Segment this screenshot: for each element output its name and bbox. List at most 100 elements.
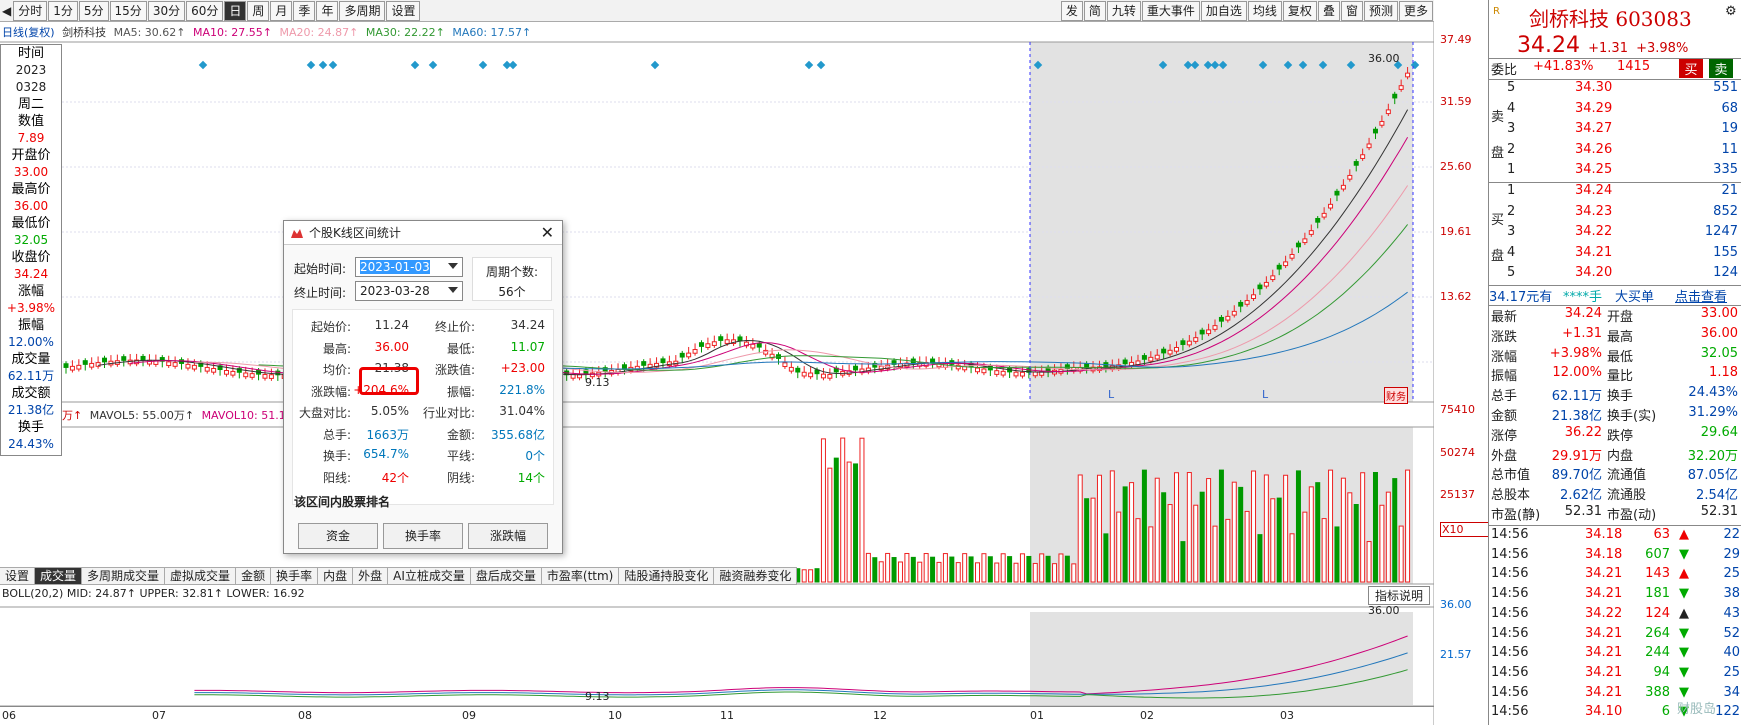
buy-price: 34.21 <box>1575 244 1613 260</box>
candle-body <box>1353 161 1359 166</box>
period-button-12[interactable]: 设置 <box>386 0 421 21</box>
gear-icon[interactable]: ⚙ <box>1725 4 1737 19</box>
indicator-tab-2[interactable]: 多周期成交量 <box>82 568 166 584</box>
period-button-5[interactable]: 60分 <box>186 0 224 21</box>
volume-bar <box>1302 511 1308 583</box>
tick-row-0: 14:56 34.18 63 ▲ 22 <box>1489 527 1741 547</box>
buy-button[interactable]: 买 <box>1679 59 1703 78</box>
tool-button-0[interactable]: 发 <box>1060 0 1083 21</box>
period-button-4[interactable]: 30分 <box>147 0 186 21</box>
up-arrow-icon: ▲ <box>1679 605 1689 621</box>
indicator-tab-4[interactable]: 金额 <box>236 568 272 584</box>
buy-row-4[interactable]: 5 34.20 124 <box>1489 265 1741 285</box>
sell-row-0[interactable]: 5 34.30 551 <box>1489 80 1741 100</box>
stat-label-5: 总手: <box>322 427 351 442</box>
tool-button-10[interactable]: 更多 <box>1398 0 1433 21</box>
quote-label: 涨停 <box>1491 428 1518 444</box>
volume-bar <box>1244 510 1250 583</box>
vol-tick-2: 25137 <box>1440 488 1475 501</box>
period-button-0[interactable]: 分时 <box>13 0 48 21</box>
period-button-2[interactable]: 5分 <box>78 0 109 21</box>
dialog-close-icon[interactable]: ✕ <box>541 223 554 242</box>
indicator-tab-3[interactable]: 虚拟成交量 <box>165 568 237 584</box>
indicator-tab-10[interactable]: 市盈率(ttm) <box>542 568 620 584</box>
tool-button-6[interactable]: 复权 <box>1282 0 1317 21</box>
period-button-3[interactable]: 15分 <box>109 0 147 21</box>
stat-label-0: 起始价: <box>310 320 351 334</box>
sell-row-4[interactable]: 1 34.25 335 <box>1489 162 1741 182</box>
info-value-3: 7.89 <box>17 131 45 145</box>
rank-turnover-button[interactable]: 换手率 <box>383 523 463 549</box>
tool-button-2[interactable]: 九转 <box>1106 0 1141 21</box>
big-order-row[interactable]: 34.17元有 ****手 大买单 点击查看 <box>1489 286 1741 306</box>
sell-price: 34.25 <box>1575 162 1613 177</box>
indicator-tab-9[interactable]: 盘后成交量 <box>471 568 542 584</box>
quote-label2: 换手 <box>1607 389 1634 405</box>
tool-button-7[interactable]: 叠 <box>1317 0 1340 21</box>
tick-price: 34.10 <box>1585 704 1623 720</box>
volume-bar <box>1334 526 1340 583</box>
date-tick-2: 08 <box>298 709 312 722</box>
candle-body <box>1263 281 1269 287</box>
period-button-1[interactable]: 1分 <box>48 0 78 21</box>
candle-body <box>95 362 101 367</box>
indicator-tab-7[interactable]: 外盘 <box>353 568 389 584</box>
period-button-7[interactable]: 周 <box>247 0 270 21</box>
buy-row-0[interactable]: 1 34.24 21 <box>1489 183 1741 203</box>
info-label-7: 收盘价 <box>11 250 51 265</box>
sell-row-2[interactable]: 3 34.27 19 <box>1489 121 1741 141</box>
quote-row-2: 涨幅 +3.98% 最低 32.05 <box>1489 346 1741 366</box>
kline-chart[interactable] <box>0 22 1434 725</box>
big-order-link[interactable]: 点击查看 <box>1675 286 1727 305</box>
volume-bar <box>1218 469 1224 583</box>
end-time-select[interactable]: 2023-03-28 <box>355 281 463 301</box>
tick-price: 34.21 <box>1585 664 1623 680</box>
period-button-11[interactable]: 多周期 <box>339 0 386 21</box>
rank-title: 该区间内股票排名 <box>294 495 391 509</box>
buy-row-2[interactable]: 3 34.22 1247 <box>1489 224 1741 244</box>
tool-button-1[interactable]: 简 <box>1083 0 1106 21</box>
indicator-tab-6[interactable]: 内盘 <box>318 568 354 584</box>
sell-level: 1 <box>1507 162 1516 177</box>
indicator-tab-8[interactable]: AI立桩成交量 <box>388 568 471 584</box>
rank-fund-button[interactable]: 资金 <box>298 523 378 549</box>
indicator-help-button[interactable]: 指标说明 <box>1368 586 1431 605</box>
price-tick-2: 25.60 <box>1440 160 1472 173</box>
sell-row-1[interactable]: 4 34.29 68 <box>1489 101 1741 121</box>
indicator-tab-11[interactable]: 陆股通持股变化 <box>619 568 715 584</box>
candle-body <box>1334 190 1340 196</box>
tool-button-9[interactable]: 预测 <box>1363 0 1398 21</box>
buy-row-1[interactable]: 2 34.23 852 <box>1489 204 1741 224</box>
buy-level: 2 <box>1507 203 1516 219</box>
tool-button-5[interactable]: 均线 <box>1247 0 1282 21</box>
period-button-8[interactable]: 月 <box>270 0 293 21</box>
indicator-tab-0[interactable]: 设置 <box>0 568 36 584</box>
signal-diamond-icon <box>428 60 438 70</box>
indicator-tab-5[interactable]: 换手率 <box>271 568 319 584</box>
period-button-10[interactable]: 年 <box>316 0 339 21</box>
start-time-select[interactable]: 2023-01-03 <box>355 257 463 277</box>
toolbar-arrow-icon[interactable]: ◀ <box>0 4 13 18</box>
stat-value2-3: 221.8% <box>499 382 545 397</box>
rank-change-button[interactable]: 涨跌幅 <box>468 523 548 549</box>
sell-button[interactable]: 卖 <box>1709 59 1733 78</box>
tool-button-8[interactable]: 窗 <box>1340 0 1363 21</box>
indicator-tab-1[interactable]: 成交量 <box>35 568 83 584</box>
indicator-tab-12[interactable]: 融资融券变化 <box>714 568 798 584</box>
buy-row-3[interactable]: 4 34.21 155 <box>1489 245 1741 265</box>
buy-side-label: 买盘 <box>1491 213 1505 264</box>
period-button-6[interactable]: 日 <box>224 0 247 21</box>
stat-label2-4: 行业对比: <box>422 406 475 420</box>
highlight-box <box>359 367 419 395</box>
l-marker-2: L <box>1262 388 1269 401</box>
candle-body <box>808 372 814 378</box>
period-button-9[interactable]: 季 <box>293 0 316 21</box>
info-label-10: 成交量 <box>11 352 51 367</box>
sell-row-3[interactable]: 2 34.26 11 <box>1489 142 1741 162</box>
finance-marker[interactable]: 财务 <box>1384 387 1408 404</box>
tool-button-3[interactable]: 重大事件 <box>1141 0 1200 21</box>
volume-bar <box>1308 486 1314 583</box>
volume-bar <box>1026 555 1032 583</box>
tool-button-4[interactable]: 加自选 <box>1200 0 1247 21</box>
buy-price: 34.20 <box>1575 265 1613 280</box>
